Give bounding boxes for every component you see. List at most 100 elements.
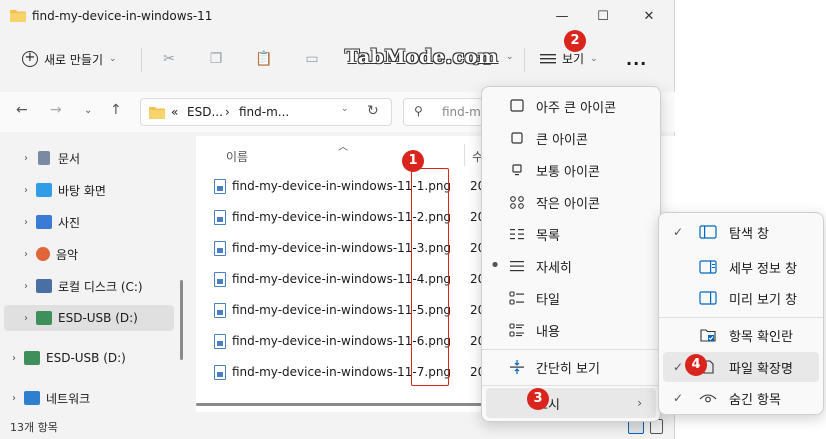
- menu-item-details[interactable]: • 자세히: [486, 251, 656, 281]
- chevron-right-icon[interactable]: ›: [16, 185, 36, 196]
- chevron-right-icon[interactable]: ›: [16, 153, 36, 164]
- view-button[interactable]: 보기 ⌄: [540, 50, 598, 67]
- tiles-icon: [509, 291, 524, 305]
- sidebar-item-esd-usb-2[interactable]: › ESD-USB (D:): [0, 345, 178, 371]
- breadcrumb-folder[interactable]: find-m...: [239, 105, 289, 119]
- copy-icon[interactable]: ❐: [207, 50, 225, 68]
- item-count: 13개 항목: [10, 421, 58, 434]
- menu-item-details-pane[interactable]: 세부 정보 창: [663, 252, 819, 282]
- paste-icon[interactable]: 📋: [255, 50, 273, 68]
- sidebar-item-local-disk[interactable]: › 로컬 디스크 (C:): [0, 273, 178, 299]
- menu-divider: [482, 385, 660, 386]
- cut-icon[interactable]: ✂: [160, 50, 178, 68]
- sidebar-item-label: 사진: [58, 215, 81, 230]
- view-menu: 아주 큰 아이콘 큰 아이콘 보통 아이콘 작은 아이콘 목록 • 자세히 타일…: [481, 86, 661, 422]
- menu-item-content[interactable]: 내용: [486, 315, 656, 345]
- forward-arrow-icon[interactable]: →: [50, 102, 62, 118]
- menu-item-compact-view[interactable]: 간단히 보기: [486, 352, 656, 382]
- annotation-badge-4: 4: [685, 354, 707, 376]
- window-title: find-my-device-in-windows-11: [32, 9, 213, 23]
- chevron-right-icon[interactable]: ›: [16, 281, 36, 292]
- sort-ascending-icon: ︿: [338, 142, 348, 153]
- breadcrumb-overflow[interactable]: «: [171, 105, 178, 119]
- minimize-button[interactable]: —: [551, 6, 573, 28]
- sidebar-item-esd-usb[interactable]: › ESD-USB (D:): [4, 305, 174, 331]
- sidebar-item-network[interactable]: › 네트워크: [0, 385, 178, 411]
- sidebar-item-music[interactable]: › 음악: [0, 241, 178, 267]
- menu-item-item-check-boxes[interactable]: 항목 확인란: [663, 320, 819, 350]
- menu-item-show[interactable]: 표시 ›: [486, 388, 656, 418]
- new-button[interactable]: + 새로 만들기 ⌄: [22, 48, 117, 70]
- sidebar-item-desktop[interactable]: › 바탕 화면: [0, 177, 178, 203]
- menu-item-label: 탐색 창: [729, 226, 770, 242]
- sidebar-item-documents[interactable]: › 문서: [0, 145, 178, 171]
- menu-item-medium-icons[interactable]: 보통 아이콘: [486, 155, 656, 185]
- menu-item-extra-large-icons[interactable]: 아주 큰 아이콘: [486, 91, 656, 121]
- view-button-label: 보기: [562, 52, 585, 66]
- maximize-button[interactable]: ☐: [592, 6, 614, 28]
- image-file-icon: [214, 178, 226, 194]
- show-submenu: ✓ 탐색 창 세부 정보 창 미리 보기 창 항목 확인란 ✓ 파일 확장명 ✓…: [658, 212, 824, 415]
- address-bar[interactable]: « ESD... › find-m... ⌄ ↻: [140, 98, 392, 126]
- list-view-icon: [540, 53, 556, 63]
- chevron-right-icon[interactable]: ›: [16, 313, 36, 324]
- chevron-right-icon: ›: [637, 396, 642, 410]
- menu-item-navigation-pane[interactable]: ✓ 탐색 창: [663, 217, 819, 247]
- network-icon: [24, 391, 40, 405]
- annotation-badge-1: 1: [402, 150, 424, 172]
- column-divider[interactable]: [464, 144, 465, 166]
- chevron-down-icon: ⌄: [590, 53, 598, 64]
- desktop-icon: [36, 183, 52, 197]
- back-arrow-icon[interactable]: ←: [16, 102, 28, 118]
- rename-icon[interactable]: ▭: [303, 50, 321, 68]
- column-header-name[interactable]: 이름: [226, 148, 248, 165]
- menu-item-hidden-items[interactable]: ✓ 숨긴 항목: [663, 383, 819, 413]
- medium-icons-icon: [512, 164, 522, 176]
- refresh-icon[interactable]: ↻: [367, 103, 379, 119]
- checkmark-icon: ✓: [672, 391, 684, 405]
- toolbar-divider: [524, 48, 525, 72]
- menu-item-label: 자세히: [536, 260, 572, 276]
- chevron-down-icon[interactable]: ⌄: [84, 105, 92, 116]
- navigation-pane-icon: [699, 225, 717, 239]
- sidebar-scrollbar[interactable]: [180, 280, 183, 360]
- chevron-down-icon[interactable]: ⌄: [341, 104, 349, 114]
- up-arrow-icon[interactable]: ↑: [110, 102, 122, 118]
- chevron-right-icon[interactable]: ›: [4, 353, 24, 364]
- title-bar: find-my-device-in-windows-11 — ☐ ✕: [0, 0, 675, 34]
- menu-item-preview-pane[interactable]: 미리 보기 창: [663, 283, 819, 313]
- chevron-right-icon[interactable]: ›: [16, 217, 36, 228]
- menu-item-list[interactable]: 목록: [486, 219, 656, 249]
- menu-item-tiles[interactable]: 타일: [486, 283, 656, 313]
- sidebar-item-label: 네트워크: [46, 391, 91, 406]
- eye-icon: [699, 394, 717, 403]
- breadcrumb-esd[interactable]: ESD...: [187, 105, 223, 119]
- chevron-down-icon: ⌄: [109, 54, 117, 64]
- bullet-icon: •: [489, 255, 501, 276]
- annotation-badge-2: 2: [564, 30, 586, 52]
- large-icons-icon: [511, 132, 523, 144]
- sidebar-item-label: ESD-USB (D:): [46, 351, 126, 365]
- horizontal-scrollbar[interactable]: [196, 403, 482, 406]
- folder-icon: [10, 10, 26, 22]
- menu-item-label: 숨긴 항목: [729, 392, 781, 408]
- chevron-down-icon: ⌄: [506, 52, 514, 62]
- close-button[interactable]: ✕: [638, 6, 660, 28]
- search-box[interactable]: ⚲ find-m: [403, 98, 483, 126]
- more-options-button[interactable]: ...: [626, 50, 647, 69]
- usb-drive-icon: [36, 311, 52, 325]
- menu-item-large-icons[interactable]: 큰 아이콘: [486, 123, 656, 153]
- menu-item-label: 간단히 보기: [536, 361, 600, 377]
- compact-view-icon: [510, 360, 524, 374]
- document-icon: [38, 151, 50, 165]
- music-icon: [36, 247, 50, 261]
- menu-item-small-icons[interactable]: 작은 아이콘: [486, 187, 656, 217]
- search-icon: ⚲: [414, 104, 423, 118]
- menu-item-label: 큰 아이콘: [536, 132, 588, 148]
- chevron-right-icon[interactable]: ›: [16, 249, 36, 260]
- chevron-right-icon[interactable]: ›: [4, 393, 24, 404]
- sidebar-item-label: ESD-USB (D:): [58, 311, 138, 325]
- toolbar-divider: [141, 48, 142, 72]
- details-icon: [510, 261, 524, 272]
- sidebar-item-pictures[interactable]: › 사진: [0, 209, 178, 235]
